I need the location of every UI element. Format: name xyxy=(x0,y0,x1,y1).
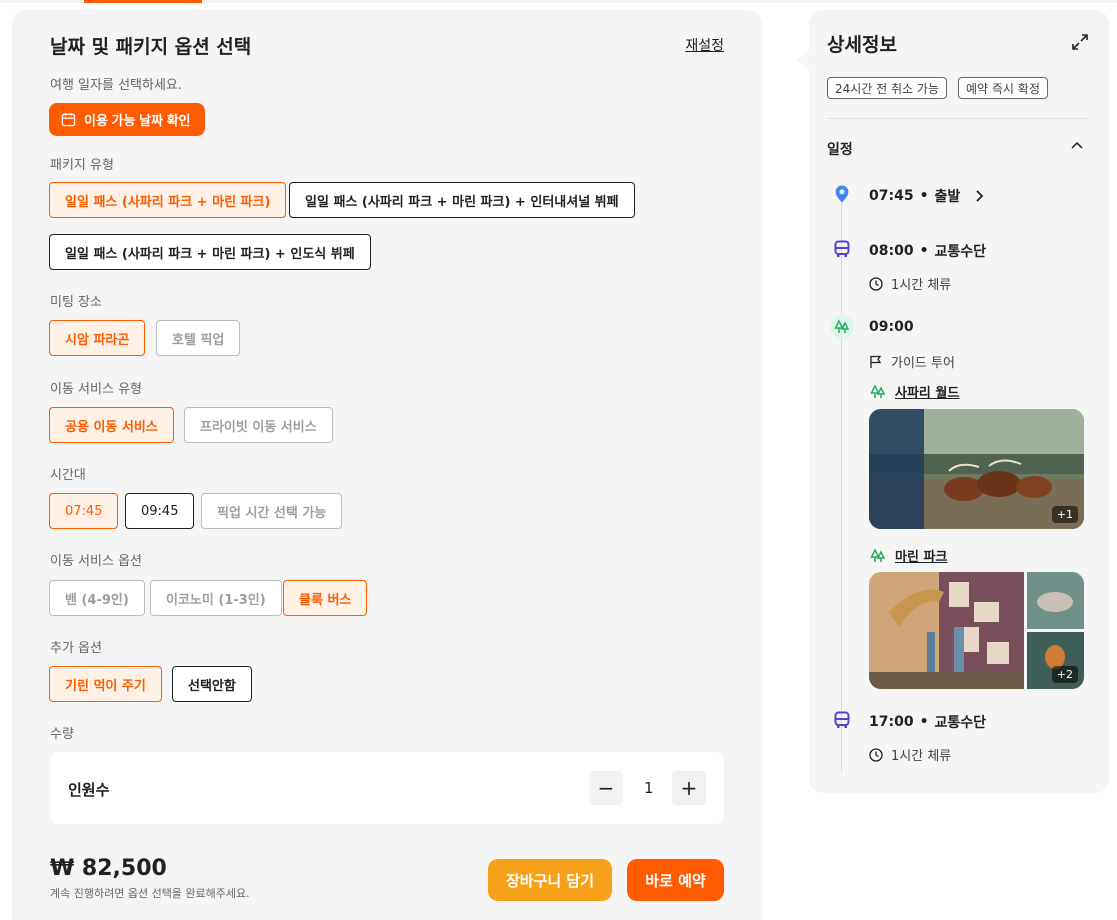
item-4-duration-text: 1시간 체류 xyxy=(891,749,952,764)
increment-button[interactable]: + xyxy=(672,771,706,805)
clock-icon xyxy=(869,276,883,291)
place-link-safari[interactable]: 사파리 월드 xyxy=(869,382,959,401)
extra-option-2[interactable]: 선택안함 xyxy=(172,666,252,702)
bus-icon xyxy=(830,237,854,261)
safari-more-badge: +1 xyxy=(1051,506,1078,523)
item-1-kind: 출발 xyxy=(934,189,961,205)
meeting-option-2[interactable]: 호텔 픽업 xyxy=(156,320,241,356)
options-title: 날짜 및 패키지 옵션 선택 xyxy=(50,36,252,58)
time-slot-option-2[interactable]: 09:45 xyxy=(125,493,195,529)
meeting-option-1[interactable]: 시암 파라곤 xyxy=(49,320,146,356)
tag-instant-confirm: 예약 즉시 확정 xyxy=(958,77,1048,99)
item-4-kind: 교통수단 xyxy=(934,715,987,731)
quantity-value: 1 xyxy=(644,779,654,797)
safari-photo[interactable]: +1 xyxy=(869,409,1084,529)
schedule-item-2: 08:00 • 교통수단 xyxy=(869,241,986,261)
tag-free-cancel: 24시간 전 취소 가능 xyxy=(827,77,947,99)
item-3-time: 09:00 xyxy=(869,319,914,335)
marine-more-badge: +2 xyxy=(1051,666,1078,683)
schedule-item-1[interactable]: 07:45 • 출발 xyxy=(869,186,986,206)
timeline-line xyxy=(841,202,842,772)
place-link-marine[interactable]: 마린 파크 xyxy=(869,546,947,565)
item-2-duration: 1시간 체류 xyxy=(869,274,951,293)
item-1-dot: • xyxy=(919,188,929,204)
check-dates-label: 이용 가능 날짜 확인 xyxy=(84,113,191,128)
package-option-3[interactable]: 일일 패스 (사파리 파크 + 마린 파크) + 인도식 뷔페 xyxy=(49,234,371,270)
schedule-item-3: 09:00 xyxy=(869,319,914,335)
park-icon xyxy=(870,547,886,562)
active-tab-indicator xyxy=(84,0,202,3)
chevron-right-icon xyxy=(976,190,984,202)
package-option-1[interactable]: 일일 패스 (사파리 파크 + 마린 파크) xyxy=(49,182,287,218)
location-pin-icon xyxy=(830,182,854,206)
transfer-type-option-1[interactable]: 공용 이동 서비스 xyxy=(49,407,174,443)
item-2-time: 08:00 xyxy=(869,243,914,259)
package-label: 패키지 유형 xyxy=(50,158,114,173)
options-panel: 날짜 및 패키지 옵션 선택 재설정 여행 일자를 선택하세요. 이용 가능 날… xyxy=(12,10,762,920)
extra-option-1[interactable]: 기린 먹이 주기 xyxy=(49,666,162,702)
item-4-duration: 1시간 체류 xyxy=(869,745,951,764)
time-slot-label: 시간대 xyxy=(50,468,86,483)
item-4-time: 17:00 xyxy=(869,714,914,730)
quantity-row: 인원수 − 1 + xyxy=(50,752,724,824)
transfer-type-label: 이동 서비스 유형 xyxy=(50,382,142,397)
price-note: 계속 진행하려면 옵션 선택을 완료해주세요. xyxy=(50,887,250,900)
place-name-safari: 사파리 월드 xyxy=(895,386,960,401)
place-name-marine: 마린 파크 xyxy=(895,550,948,565)
quantity-row-label: 인원수 xyxy=(68,781,110,799)
clock-icon xyxy=(869,747,883,762)
item-2-duration-text: 1시간 체류 xyxy=(891,278,952,293)
quantity-label: 수량 xyxy=(50,727,74,742)
transfer-option-2[interactable]: 이코노미 (1-3인) xyxy=(150,580,282,616)
item-2-dot: • xyxy=(919,243,929,259)
chevron-up-icon[interactable] xyxy=(1069,137,1085,153)
add-to-cart-button[interactable]: 장바구니 담기 xyxy=(488,859,612,901)
park-icon xyxy=(870,383,886,398)
reset-link[interactable]: 재설정 xyxy=(685,35,724,55)
date-prompt: 여행 일자를 선택하세요. xyxy=(50,78,182,93)
item-4-dot: • xyxy=(919,714,929,730)
meeting-label: 미팅 장소 xyxy=(50,295,102,310)
transfer-option-3[interactable]: 클룩 버스 xyxy=(283,580,368,616)
item-1-time: 07:45 xyxy=(869,188,914,204)
schedule-item-4: 17:00 • 교통수단 xyxy=(869,712,986,732)
marine-photos[interactable]: +2 xyxy=(869,572,1084,689)
calendar-icon xyxy=(61,112,76,127)
bus-icon xyxy=(830,708,854,732)
item-2-kind: 교통수단 xyxy=(934,244,987,260)
total-price: ₩ 82,500 xyxy=(50,856,167,881)
check-dates-button[interactable]: 이용 가능 날짜 확인 xyxy=(49,103,205,136)
item-3-activity-text: 가이드 투어 xyxy=(891,356,955,371)
time-slot-option-1[interactable]: 07:45 xyxy=(49,493,119,529)
decrement-button[interactable]: − xyxy=(589,771,623,805)
details-divider xyxy=(827,118,1089,119)
item-3-activity: 가이드 투어 xyxy=(869,352,955,371)
package-option-2[interactable]: 일일 패스 (사파리 파크 + 마린 파크) + 인터내셔널 뷔페 xyxy=(289,182,635,218)
schedule-label: 일정 xyxy=(827,142,853,158)
top-tab-bar xyxy=(0,0,1117,3)
transfer-type-option-2[interactable]: 프라이빗 이동 서비스 xyxy=(184,407,333,443)
transfer-option-label: 이동 서비스 옵션 xyxy=(50,554,142,569)
book-now-button[interactable]: 바로 예약 xyxy=(627,859,724,901)
extra-label: 추가 옵션 xyxy=(50,641,102,656)
details-title: 상세정보 xyxy=(827,34,897,56)
park-icon xyxy=(830,315,854,339)
flag-icon xyxy=(870,355,882,368)
time-slot-option-3[interactable]: 픽업 시간 선택 가능 xyxy=(201,493,343,529)
expand-icon[interactable] xyxy=(1071,33,1089,51)
transfer-option-1[interactable]: 밴 (4-9인) xyxy=(49,580,145,616)
details-panel: 상세정보 24시간 전 취소 가능 예약 즉시 확정 일정 07:45 • 출발… xyxy=(809,10,1109,793)
